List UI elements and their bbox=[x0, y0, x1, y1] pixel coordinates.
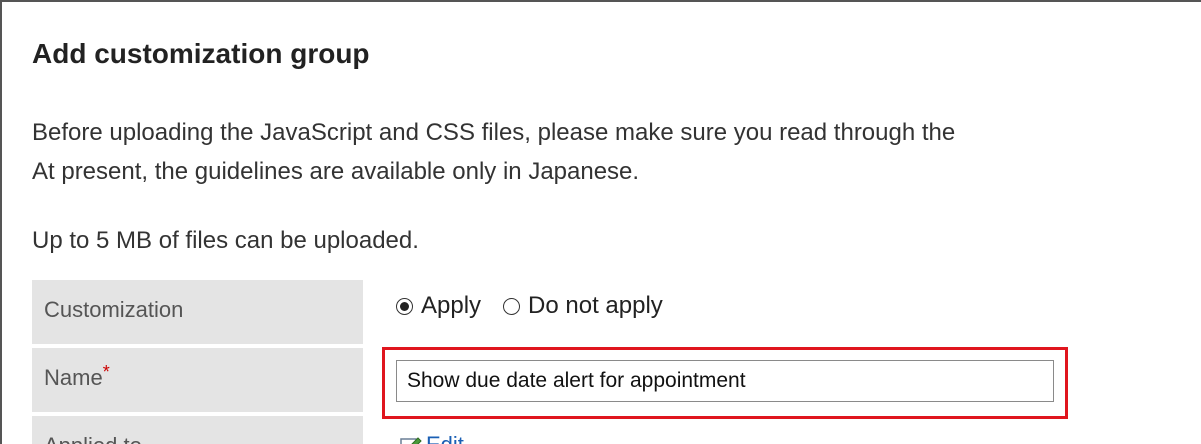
description-line-2: At present, the guidelines are available… bbox=[32, 158, 640, 185]
apply-radio[interactable]: Apply bbox=[396, 292, 481, 320]
name-label-text: Name bbox=[44, 365, 103, 390]
edit-icon[interactable] bbox=[400, 435, 422, 444]
do-not-apply-radio-label[interactable]: Do not apply bbox=[528, 292, 663, 320]
customization-label-text: Customization bbox=[44, 297, 184, 322]
required-mark: * bbox=[102, 362, 110, 382]
dialog-frame: Add customization group Before uploading… bbox=[0, 0, 1201, 444]
upload-limit-text: Up to 5 MB of files can be uploaded. bbox=[32, 227, 419, 254]
radio-selected-icon[interactable] bbox=[396, 297, 413, 315]
edit-link-label[interactable]: Edit bbox=[426, 432, 464, 444]
customization-label: Customization bbox=[32, 280, 363, 344]
customization-radio-group: Apply Do not apply bbox=[396, 292, 685, 320]
name-label: Name* bbox=[32, 348, 363, 412]
do-not-apply-radio[interactable]: Do not apply bbox=[503, 292, 663, 320]
apply-radio-label[interactable]: Apply bbox=[421, 292, 481, 320]
radio-unselected-icon[interactable] bbox=[503, 297, 521, 315]
applied-to-label-text: Applied to bbox=[44, 433, 142, 444]
page-title: Add customization group bbox=[32, 38, 370, 69]
description-line-1: Before uploading the JavaScript and CSS … bbox=[32, 119, 956, 146]
applied-to-label: Applied to bbox=[32, 416, 363, 444]
name-input[interactable] bbox=[396, 360, 1054, 402]
edit-link[interactable]: Edit bbox=[400, 432, 464, 444]
